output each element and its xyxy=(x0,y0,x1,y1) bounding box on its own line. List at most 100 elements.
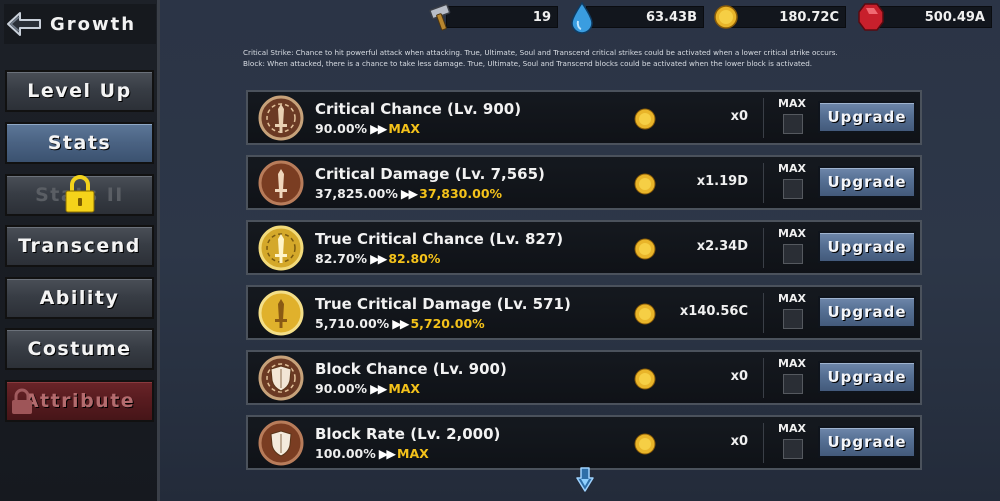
water-drop-currency: 63.43B xyxy=(586,6,704,28)
stat-row-block-rate: Block Rate (Lv. 2,000) 100.00% ▶▶ MAX x0 M… xyxy=(246,415,922,470)
stat-values: 90.00% ▶▶ MAX xyxy=(315,381,420,396)
gold-coin-icon xyxy=(634,173,656,195)
max-label: MAX xyxy=(778,357,806,370)
water-drop-icon xyxy=(571,1,593,34)
upgrade-button[interactable]: Upgrade xyxy=(818,426,916,458)
double-arrow-icon: ▶▶ xyxy=(378,446,396,461)
nav-ability[interactable]: Ability xyxy=(5,277,154,319)
sword-gold-icon xyxy=(258,290,304,336)
nav-attribute[interactable]: Attribute xyxy=(5,380,154,422)
double-arrow-icon: ▶▶ xyxy=(392,316,409,331)
sidebar-header: Growth xyxy=(4,4,156,44)
upgrade-button[interactable]: Upgrade xyxy=(818,101,916,133)
stat-next-value: 82.80% xyxy=(388,251,441,266)
upgrade-button[interactable]: Upgrade xyxy=(818,231,916,263)
nav-stats[interactable]: Stats xyxy=(5,122,154,164)
critical-strike-info: Critical Strike: Chance to hit powerful … xyxy=(243,48,838,57)
stat-values: 5,710.00% ▶▶ 5,720.00% xyxy=(315,316,485,331)
stat-values: 90.00% ▶▶ MAX xyxy=(315,121,420,136)
upgrade-button[interactable]: Upgrade xyxy=(818,361,916,393)
red-gem-currency-value: 500.49A xyxy=(924,9,985,25)
hammer-icon xyxy=(429,3,451,31)
sword-gold-ring-icon xyxy=(258,225,304,271)
stat-next-value: 5,720.00% xyxy=(410,316,485,331)
stat-next-value: 37,830.00% xyxy=(419,186,503,201)
red-gem-icon xyxy=(858,3,884,31)
divider xyxy=(763,98,764,138)
divider xyxy=(763,358,764,398)
stat-row-true-critical-chance: True Critical Chance (Lv. 827) 82.70% ▶▶ 8… xyxy=(246,220,922,275)
gold-coin-icon xyxy=(634,303,656,325)
gold-coin-icon xyxy=(634,238,656,260)
nav-level-up[interactable]: Level Up xyxy=(5,70,154,112)
stat-current-value: 5,710.00% xyxy=(315,316,390,331)
max-label: MAX xyxy=(778,422,806,435)
stat-row-critical-damage: Critical Damage (Lv. 7,565) 37,825.00% ▶▶… xyxy=(246,155,922,210)
stat-title: Critical Damage (Lv. 7,565) xyxy=(315,165,545,183)
max-checkbox[interactable] xyxy=(783,309,803,329)
max-checkbox[interactable] xyxy=(783,244,803,264)
hammer-currency-value: 19 xyxy=(532,9,551,25)
double-arrow-icon: ▶▶ xyxy=(370,121,387,136)
max-label: MAX xyxy=(778,227,806,240)
red-gem-currency: 500.49A xyxy=(874,6,992,28)
stat-row-critical-chance: Critical Chance (Lv. 900) 90.00% ▶▶ MAX x0… xyxy=(246,90,922,145)
divider xyxy=(763,228,764,268)
stat-current-value: 82.70% xyxy=(315,251,368,266)
sidebar-title: Growth xyxy=(50,13,137,35)
stat-current-value: 90.00% xyxy=(315,121,368,136)
gold-coin-icon xyxy=(634,368,656,390)
max-checkbox[interactable] xyxy=(783,114,803,134)
sword-copper-icon xyxy=(258,160,304,206)
stat-current-value: 90.00% xyxy=(315,381,368,396)
stat-title: Block Chance (Lv. 900) xyxy=(315,360,507,378)
stat-current-value: 100.00% xyxy=(315,446,376,461)
max-checkbox[interactable] xyxy=(783,179,803,199)
stat-title: Critical Chance (Lv. 900) xyxy=(315,100,522,118)
stat-next-value: MAX xyxy=(388,381,421,396)
max-checkbox[interactable] xyxy=(783,374,803,394)
block-info: Block: When attacked, there is a chance … xyxy=(243,59,813,68)
gold-coin-icon xyxy=(634,433,656,455)
upgrade-cost: x140.56C xyxy=(679,304,748,319)
sword-bronze-icon xyxy=(258,95,304,141)
stat-next-value: MAX xyxy=(397,446,429,461)
upgrade-cost: x0 xyxy=(730,369,748,384)
gold-coin-icon xyxy=(634,108,656,130)
upgrade-cost: x2.34D xyxy=(696,239,748,254)
shield-bronze-icon xyxy=(258,355,304,401)
stat-values: 37,825.00% ▶▶ 37,830.00% xyxy=(315,186,502,201)
gold-coin-icon xyxy=(714,5,738,29)
water-drop-currency-value: 63.43B xyxy=(645,9,697,25)
max-label: MAX xyxy=(778,292,806,305)
gold-coin-currency-value: 180.72C xyxy=(779,9,839,25)
stat-values: 82.70% ▶▶ 82.80% xyxy=(315,251,440,266)
divider xyxy=(763,293,764,333)
stat-title: Block Rate (Lv. 2,000) xyxy=(315,425,501,443)
stat-title: True Critical Damage (Lv. 571) xyxy=(315,295,571,313)
divider xyxy=(763,423,764,463)
upgrade-button[interactable]: Upgrade xyxy=(818,296,916,328)
scroll-down-icon[interactable] xyxy=(575,466,595,492)
stat-row-block-chance: Block Chance (Lv. 900) 90.00% ▶▶ MAX x0 MA… xyxy=(246,350,922,405)
upgrade-button[interactable]: Upgrade xyxy=(818,166,916,198)
upgrade-cost: x0 xyxy=(730,109,748,124)
upgrade-cost: x0 xyxy=(730,434,748,449)
stat-next-value: MAX xyxy=(388,121,421,136)
double-arrow-icon: ▶▶ xyxy=(370,251,387,266)
hammer-currency: 19 xyxy=(446,6,558,28)
stat-title: True Critical Chance (Lv. 827) xyxy=(315,230,564,248)
stat-values: 100.00% ▶▶ MAX xyxy=(315,446,429,461)
gold-coin-currency: 180.72C xyxy=(728,6,846,28)
max-label: MAX xyxy=(778,97,806,110)
double-arrow-icon: ▶▶ xyxy=(370,381,387,396)
shield-copper-icon xyxy=(258,420,304,466)
back-arrow-icon[interactable] xyxy=(4,6,44,42)
nav-costume[interactable]: Costume xyxy=(5,328,154,370)
sidebar: Growth Level Up Stats Stats II Transcend… xyxy=(0,0,160,501)
max-checkbox[interactable] xyxy=(783,439,803,459)
double-arrow-icon: ▶▶ xyxy=(400,186,418,201)
nav-transcend[interactable]: Transcend xyxy=(5,225,154,267)
nav-stats-ii[interactable]: Stats II xyxy=(5,174,154,216)
divider xyxy=(763,163,764,203)
